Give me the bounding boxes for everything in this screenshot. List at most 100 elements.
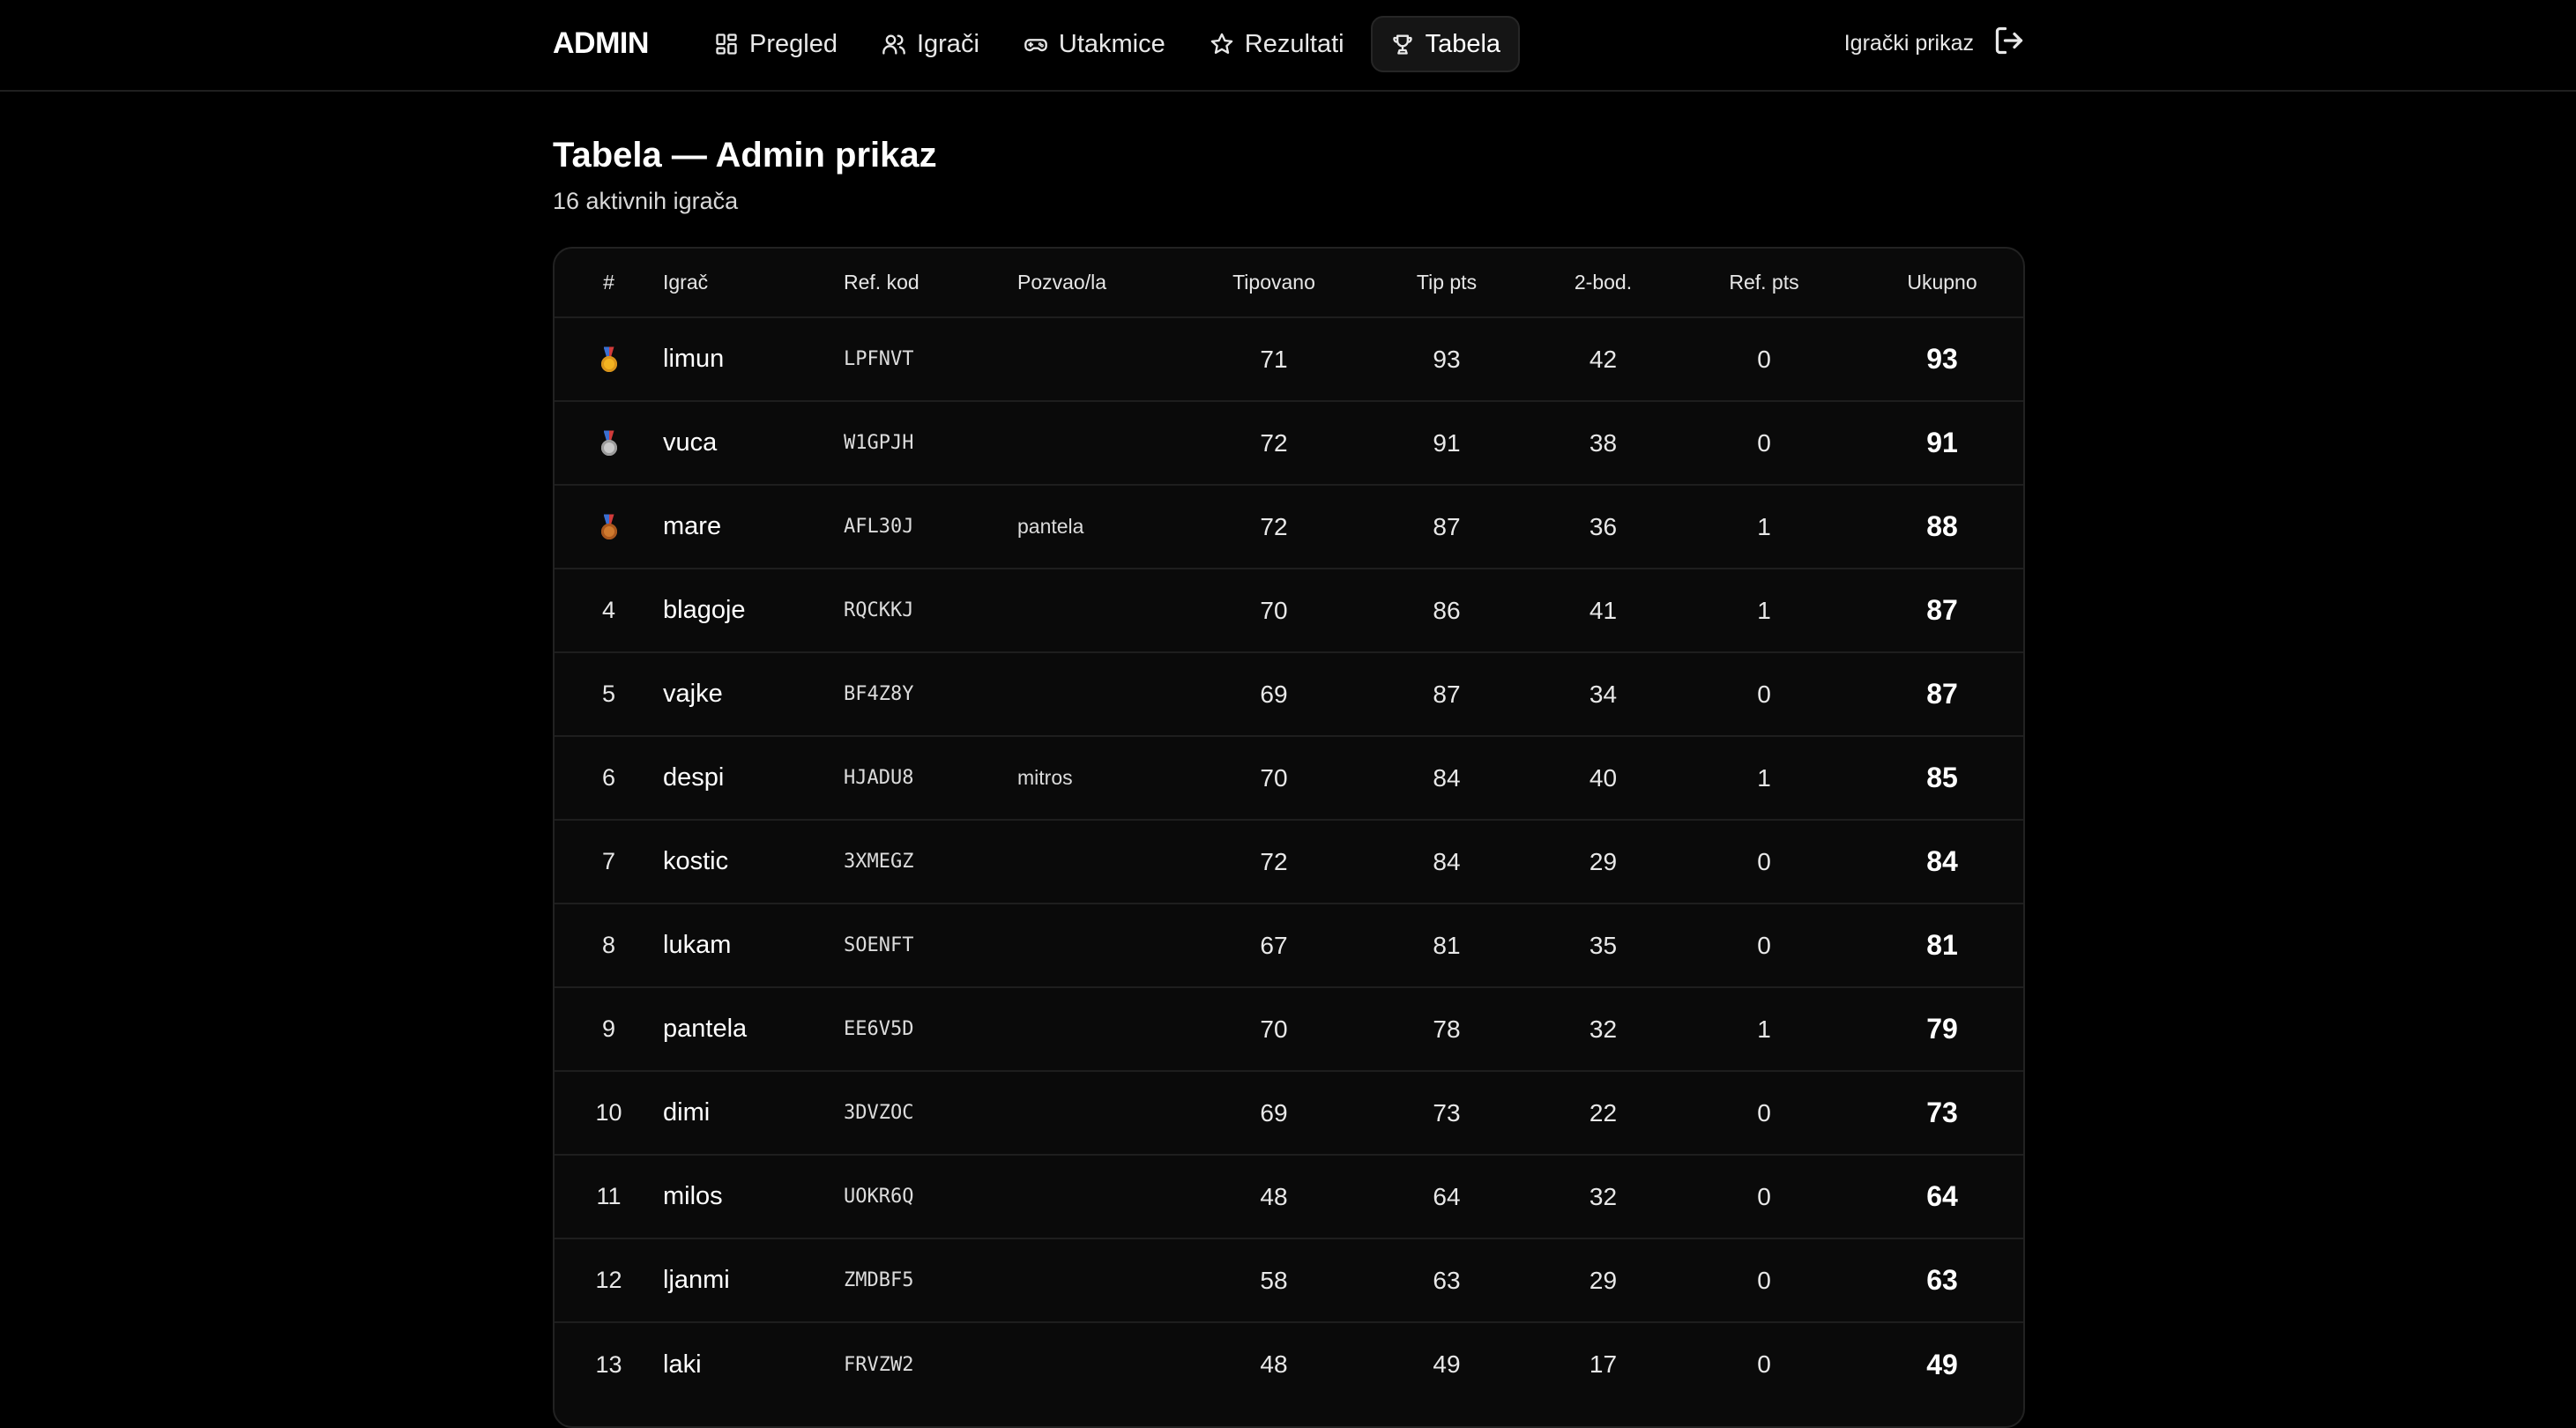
tip-points: 84: [1433, 847, 1461, 875]
ref-points: 0: [1757, 345, 1771, 373]
two-point-count: 42: [1589, 345, 1618, 373]
total-points: 79: [1926, 1013, 1958, 1045]
tip-points: 81: [1433, 931, 1461, 959]
top-navigation-bar: ADMIN Pregled Igrači Utakmice Rezultati …: [0, 0, 2576, 92]
ref-code: EE6V5D: [844, 1018, 914, 1040]
two-point-count: 40: [1589, 763, 1618, 792]
player-name: milos: [663, 1182, 723, 1210]
col-header-invited-by: Pozvao/la: [1017, 271, 1107, 294]
nav-item-tabela[interactable]: Tabela: [1370, 16, 1521, 72]
total-points: 49: [1926, 1348, 1958, 1380]
trophy-icon: [1392, 34, 1412, 55]
rank-cell: 6: [601, 764, 616, 791]
ref-points: 0: [1757, 428, 1771, 457]
table-row[interactable]: 8 lukam SOENFT 67 81 35 0 81: [555, 904, 2023, 987]
tip-points: 91: [1433, 428, 1461, 457]
table-row[interactable]: 12 ljanmi ZMDBF5 58 63 29 0 63: [555, 1238, 2023, 1322]
nav-item-rezultati[interactable]: Rezultati: [1192, 16, 1362, 72]
tipped-count: 72: [1260, 847, 1288, 875]
player-name: laki: [663, 1350, 702, 1379]
two-point-count: 36: [1589, 512, 1618, 540]
ref-points: 1: [1757, 596, 1771, 624]
total-points: 93: [1926, 343, 1958, 375]
ref-points: 1: [1757, 763, 1771, 792]
ref-points: 0: [1757, 680, 1771, 708]
table-row[interactable]: 7 kostic 3XMEGZ 72 84 29 0 84: [555, 820, 2023, 904]
two-point-count: 34: [1589, 680, 1618, 708]
logout-button[interactable]: [1993, 25, 2025, 63]
table-row[interactable]: 6 despi HJADU8 mitros 70 84 40 1 85: [555, 736, 2023, 820]
rank-cell: 11: [596, 1183, 622, 1209]
total-points: 87: [1926, 678, 1958, 710]
player-name: limun: [663, 345, 725, 373]
ref-points: 0: [1757, 931, 1771, 959]
invited-by: [1017, 904, 1194, 987]
ref-code: FRVZW2: [844, 1353, 914, 1376]
tipped-count: 70: [1260, 763, 1288, 792]
nav-item-pregled[interactable]: Pregled: [696, 16, 855, 72]
two-point-count: 38: [1589, 428, 1618, 457]
two-point-count: 35: [1589, 931, 1618, 959]
rank-cell: 5: [601, 681, 616, 707]
tipped-count: 67: [1260, 931, 1288, 959]
table-row[interactable]: 5 vajke BF4Z8Y 69 87 34 0 87: [555, 652, 2023, 736]
table-row[interactable]: 10 dimi 3DVZOC 69 73 22 0 73: [555, 1071, 2023, 1155]
star-icon: [1210, 33, 1232, 54]
table-row[interactable]: mare AFL30J pantela 72 87 36 1 88: [555, 485, 2023, 569]
col-header-tipped: Tipovano: [1232, 271, 1315, 294]
table-row[interactable]: 11 milos UOKR6Q 48 64 32 0 64: [555, 1155, 2023, 1238]
nav-item-label: Utakmice: [1058, 29, 1165, 58]
invited-by: pantela: [1017, 515, 1084, 538]
tip-points: 86: [1433, 596, 1461, 624]
col-header-ref-code: Ref. kod: [844, 271, 919, 294]
ref-points: 0: [1757, 847, 1771, 875]
tipped-count: 71: [1260, 345, 1288, 373]
rank-cell: 9: [601, 1015, 616, 1042]
admin-brand[interactable]: ADMIN: [553, 26, 649, 61]
gamepad-icon: [1024, 39, 1047, 52]
main-nav: Pregled Igrači Utakmice Rezultati Tabela: [696, 16, 1521, 72]
total-points: 63: [1926, 1264, 1958, 1296]
total-points: 64: [1926, 1180, 1958, 1212]
table-row[interactable]: 9 pantela EE6V5D 70 78 32 1 79: [555, 987, 2023, 1071]
page-subtitle: 16 aktivnih igrača: [553, 188, 739, 214]
ref-code: LPFNVT: [844, 348, 914, 370]
rank-cell: 4: [601, 597, 616, 623]
rank-cell: 13: [595, 1350, 622, 1378]
two-point-count: 32: [1589, 1015, 1618, 1043]
page-title: Tabela — Admin prikaz: [553, 136, 937, 175]
ref-code: BF4Z8Y: [844, 683, 914, 705]
table-row[interactable]: limun LPFNVT 71 93 42 0 93: [555, 317, 2023, 401]
ref-points: 0: [1757, 1266, 1771, 1294]
nav-item-igraci[interactable]: Igrači: [864, 16, 997, 72]
tipped-count: 70: [1260, 596, 1288, 624]
total-points: 88: [1926, 510, 1958, 542]
player-name: mare: [663, 512, 722, 540]
nav-item-label: Pregled: [749, 29, 838, 58]
nav-item-utakmice[interactable]: Utakmice: [1006, 16, 1183, 72]
rank-cell: [555, 401, 663, 485]
tipped-count: 72: [1260, 428, 1288, 457]
ref-points: 0: [1757, 1182, 1771, 1210]
tip-points: 73: [1433, 1098, 1461, 1127]
ref-code: 3DVZOC: [844, 1102, 914, 1124]
tip-points: 84: [1433, 763, 1461, 792]
player-name: vajke: [663, 680, 723, 708]
ref-code: 3XMEGZ: [844, 851, 914, 873]
ref-code: RQCKKJ: [844, 599, 914, 621]
total-points: 85: [1926, 762, 1958, 793]
player-name: vuca: [663, 428, 718, 457]
invited-by: [1017, 401, 1194, 485]
table-row[interactable]: 13 laki FRVZW2 48 49 17 0 49: [555, 1322, 2023, 1406]
table-row[interactable]: 4 blagoje RQCKKJ 70 86 41 1 87: [555, 569, 2023, 652]
ref-points: 0: [1757, 1098, 1771, 1127]
col-header-rank: #: [603, 271, 614, 294]
tipped-count: 48: [1260, 1182, 1288, 1210]
player-view-link[interactable]: Igrački prikaz: [1844, 31, 1974, 56]
player-name: blagoje: [663, 596, 746, 624]
table-row[interactable]: vuca W1GPJH 72 91 38 0 91: [555, 401, 2023, 485]
total-points: 84: [1926, 845, 1958, 877]
invited-by: mitros: [1017, 766, 1073, 789]
tipped-count: 48: [1260, 1350, 1288, 1378]
ref-points: 0: [1757, 1350, 1771, 1378]
